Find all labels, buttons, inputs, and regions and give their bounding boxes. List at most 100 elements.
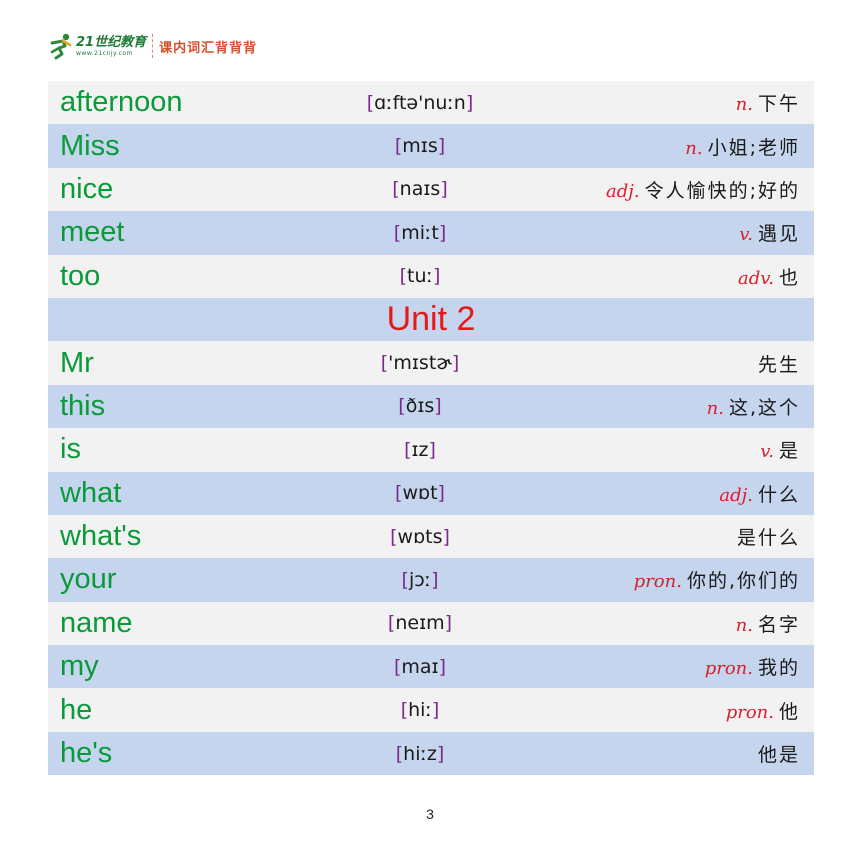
vocab-row: my [maɪ] pron. 我的 bbox=[48, 645, 814, 689]
chinese-meaning: 我的 bbox=[757, 657, 800, 680]
chinese-meaning: 遇见 bbox=[757, 223, 800, 246]
vocab-word: he bbox=[60, 693, 93, 726]
meaning: adj. 令人愉快的;好的 bbox=[606, 176, 800, 203]
phonetic-open-bracket: [ bbox=[392, 178, 400, 201]
phonetic-open-bracket: [ bbox=[399, 265, 408, 288]
vocab-row: too [tuː] adv. 也 bbox=[48, 254, 814, 298]
vocab-row: Mr ['mɪstɚ] 先生 bbox=[48, 341, 814, 385]
part-of-speech: adj. bbox=[606, 180, 640, 202]
meaning: adj. 什么 bbox=[719, 480, 800, 507]
logo: 21世纪教育 www.21cnjy.com bbox=[48, 30, 146, 62]
chinese-meaning: 是什么 bbox=[736, 527, 800, 550]
chinese-meaning: 他 bbox=[778, 700, 800, 723]
phonetic-text: jɔː bbox=[408, 568, 432, 591]
vocabulary-table: afternoon [ɑːftə'nuːn] n. 下午 Miss [mɪs] n. 小姐;老… bbox=[48, 81, 814, 776]
phonetic-close-bracket: ] bbox=[434, 395, 442, 418]
part-of-speech: n. bbox=[735, 614, 753, 636]
vocab-row: nice [naɪs] adj. 令人愉快的;好的 bbox=[48, 167, 814, 212]
vocab-word: meet bbox=[60, 216, 125, 249]
phonetic-text: hiːz bbox=[403, 742, 437, 765]
meaning: n. 下午 bbox=[736, 89, 800, 116]
meaning: 先生 bbox=[758, 350, 800, 377]
phonetic-close-bracket: ] bbox=[431, 699, 440, 722]
chinese-meaning: 什么 bbox=[757, 483, 800, 506]
chinese-meaning: 是 bbox=[778, 440, 800, 463]
header-divider bbox=[152, 34, 154, 58]
vocab-word: nice bbox=[60, 172, 114, 205]
vocab-row: this [ðɪs] n. 这,这个 bbox=[48, 384, 814, 429]
meaning: n. 小姐;老师 bbox=[685, 133, 800, 160]
unit-heading-row: Unit 2 bbox=[48, 297, 814, 342]
vocab-word: Miss bbox=[60, 129, 120, 162]
vocab-row: afternoon [ɑːftə'nuːn] n. 下午 bbox=[48, 81, 814, 125]
vocab-row: what's [wɒts] 是什么 bbox=[48, 514, 814, 559]
phonetic-close-bracket: ] bbox=[431, 568, 439, 591]
phonetic-close-bracket: ] bbox=[428, 438, 436, 461]
meaning: pron. 你的,你们的 bbox=[634, 566, 800, 593]
page-header: 21世纪教育 www.21cnjy.com 课内词汇背背背 bbox=[48, 30, 257, 62]
vocab-row: Miss [mɪs] n. 小姐;老师 bbox=[48, 124, 814, 168]
phonetic-text: wɒt bbox=[402, 482, 438, 505]
phonetic-text: maɪ bbox=[401, 655, 439, 678]
phonetic-text: neɪm bbox=[395, 612, 445, 635]
phonetic-text: tuː bbox=[407, 265, 433, 288]
phonetic-text: hiː bbox=[408, 699, 432, 722]
vocab-word: name bbox=[60, 606, 133, 639]
part-of-speech: n. bbox=[735, 94, 753, 116]
phonetic-close-bracket: ] bbox=[437, 135, 446, 158]
part-of-speech: n. bbox=[685, 137, 703, 159]
page-number: 3 bbox=[426, 806, 434, 822]
chinese-meaning: 这,这个 bbox=[728, 396, 800, 419]
vocab-word: afternoon bbox=[60, 86, 183, 119]
phonetic-text: 'mɪstɚ bbox=[388, 352, 452, 375]
phonetic-text: ɑːftə'nuːn bbox=[374, 91, 466, 114]
meaning: v. 是 bbox=[760, 436, 800, 463]
phonetic-text: naɪs bbox=[399, 178, 441, 201]
vocab-row: what [wɒt] adj. 什么 bbox=[48, 471, 814, 515]
vocab-word: he's bbox=[60, 737, 113, 770]
chinese-meaning: 名字 bbox=[757, 613, 800, 636]
part-of-speech: v. bbox=[739, 224, 753, 246]
meaning: pron. 他 bbox=[726, 697, 800, 724]
vocab-word: what's bbox=[60, 520, 142, 553]
meaning: v. 遇见 bbox=[739, 219, 800, 246]
phonetic-close-bracket: ] bbox=[438, 655, 447, 678]
meaning: 是什么 bbox=[737, 523, 800, 550]
logo-brand: 21世纪教育 bbox=[76, 34, 147, 50]
phonetic-close-bracket: ] bbox=[442, 525, 450, 548]
chinese-meaning: 也 bbox=[778, 266, 800, 289]
vocab-row: meet [miːt] v. 遇见 bbox=[48, 211, 814, 255]
part-of-speech: adv. bbox=[737, 267, 774, 289]
meaning: 他是 bbox=[758, 740, 800, 767]
part-of-speech: pron. bbox=[704, 658, 753, 680]
chinese-meaning: 小姐;老师 bbox=[707, 136, 800, 159]
phonetic-open-bracket: [ bbox=[390, 525, 398, 548]
part-of-speech: pron. bbox=[633, 571, 682, 593]
phonetic-text: ðɪs bbox=[405, 395, 435, 418]
meaning: adv. 也 bbox=[738, 263, 800, 290]
vocab-row: name [neɪm] n. 名字 bbox=[48, 601, 814, 646]
meaning: n. 这,这个 bbox=[707, 393, 800, 420]
phonetic-close-bracket: ] bbox=[432, 265, 441, 288]
vocab-word: Mr bbox=[60, 346, 94, 379]
phonetic-text: wɒts bbox=[397, 525, 443, 548]
phonetic-close-bracket: ] bbox=[444, 612, 453, 635]
header-title: 课内词汇背背背 bbox=[159, 40, 258, 56]
logo-url: www.21cnjy.com bbox=[76, 49, 133, 57]
vocab-word: is bbox=[60, 433, 81, 466]
phonetic-close-bracket: ] bbox=[437, 482, 445, 505]
chinese-meaning: 下午 bbox=[757, 93, 800, 116]
meaning: pron. 我的 bbox=[705, 653, 800, 680]
phonetic-open-bracket: [ bbox=[401, 568, 409, 591]
part-of-speech: pron. bbox=[725, 701, 774, 723]
part-of-speech: n. bbox=[706, 397, 724, 419]
phonetic-close-bracket: ] bbox=[451, 352, 460, 375]
phonetic-close-bracket: ] bbox=[440, 178, 448, 201]
phonetic-close-bracket: ] bbox=[465, 91, 474, 114]
vocab-row: is [ɪz] v. 是 bbox=[48, 428, 814, 472]
vocab-word: too bbox=[60, 259, 101, 292]
vocab-word: what bbox=[60, 476, 122, 509]
phonetic-text: miːt bbox=[401, 221, 439, 244]
phonetic-close-bracket: ] bbox=[438, 221, 447, 244]
chinese-meaning: 令人愉快的;好的 bbox=[644, 179, 800, 202]
